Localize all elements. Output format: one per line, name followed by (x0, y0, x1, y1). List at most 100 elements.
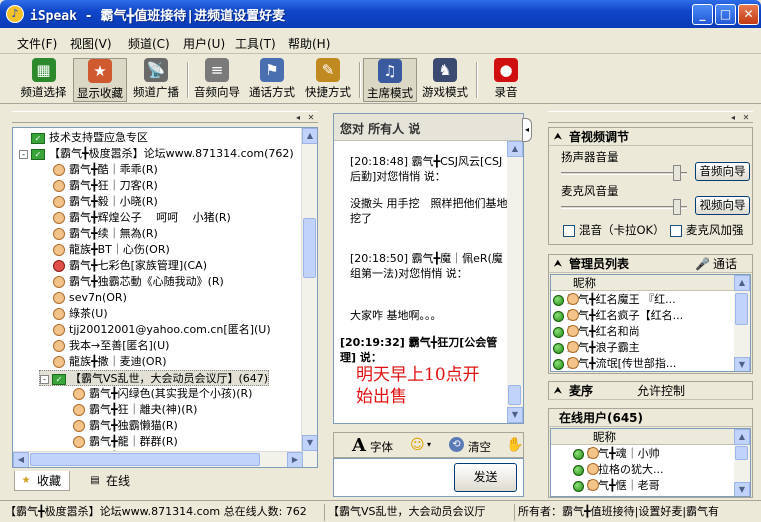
checkbox-box[interactable] (563, 224, 575, 237)
tab-favorites[interactable]: ★ 收藏 (14, 471, 70, 491)
admin-list-row[interactable]: 霸气╋红名魔王 『红... (553, 292, 676, 308)
collapse-icon[interactable]: ⮝ (554, 258, 562, 270)
menu-channel[interactable]: 频道(C) (128, 35, 170, 52)
scroll-thumb[interactable] (30, 453, 260, 466)
chat-scrollbar[interactable]: ▲ ▼ (507, 141, 523, 423)
clear-icon[interactable]: ⟲ (449, 437, 464, 452)
panel-close-icon[interactable]: ✕ (305, 112, 317, 123)
tab-online[interactable]: ▤ 在线 (84, 471, 140, 491)
chat-input[interactable]: 发送 (333, 458, 524, 497)
minimize-button[interactable]: _ (692, 4, 713, 25)
tree-user[interactable]: 霸气╋闪绿色(其实我是个小孩)(R) (73, 386, 252, 402)
toolbar-game-mode-button[interactable]: ♞ 游戏模式 (419, 58, 471, 102)
scroll-up-icon[interactable]: ▲ (734, 275, 750, 291)
tree-user[interactable]: 霸气╋续｜無為(R) (53, 226, 158, 242)
tree-user[interactable]: 霸气╋狂｜刀客(R) (53, 178, 158, 194)
tree-user[interactable]: 霸气╋酷｜乖乖(R) (53, 162, 158, 178)
left-splitter[interactable] (322, 106, 326, 498)
toolbar-chairman-mode-button[interactable]: ♫ 主席模式 (363, 58, 417, 102)
scroll-thumb[interactable] (735, 446, 748, 460)
slider-knob[interactable] (673, 199, 681, 215)
online-users-header[interactable]: 在线用户(645) (549, 409, 752, 427)
online-user-row[interactable]: 霸气╋魂｜小帅 (573, 446, 660, 462)
online-list-scrollbar[interactable]: ▲ ▼ (734, 429, 750, 496)
tree-user[interactable]: tjj20012001@yahoo.com.cn[匿名](U) (53, 322, 271, 338)
mic-order-header[interactable]: ⮝ 麦序 允许控制 (549, 382, 752, 400)
scroll-down-icon[interactable]: ▼ (734, 482, 750, 496)
scroll-thumb[interactable] (303, 218, 316, 278)
online-users-list[interactable]: 昵称 ▲ ▼ 霸气╋魂｜小帅 布拉格の犹大... 霸气╋惬｜老哥 (550, 428, 751, 497)
nickname-column-header[interactable]: 昵称 (573, 275, 596, 291)
clear-button-label[interactable]: 清空 (468, 439, 491, 455)
tree-user[interactable]: 霸气╋独霸懒猫(R) (73, 418, 178, 434)
scroll-left-icon[interactable]: ◀ (13, 452, 29, 467)
panel-close-icon[interactable]: ✕ (740, 112, 752, 123)
tree-user[interactable]: 霸气╋毅｜小晓(R) (53, 194, 158, 210)
slider-knob[interactable] (673, 165, 681, 181)
mic-volume-slider[interactable] (561, 198, 687, 216)
admin-list-row[interactable]: 霸气╋流氓[传世部指... (553, 356, 676, 371)
scroll-up-icon[interactable]: ▲ (302, 128, 317, 144)
tree-user[interactable]: 霸气╋七彩色[家族管理](CA) (53, 258, 207, 274)
audio-wizard-button[interactable]: 音频向导 (695, 162, 750, 181)
tree-channel[interactable]: - ✓ 【霸气╋极度嚣杀】论坛www.871314.com(762) (19, 146, 294, 162)
toolbar-favorites-button[interactable]: ★ 显示收藏 (73, 58, 127, 102)
channel-tree[interactable]: 霸气╋浩扬(R)霸气╋龍｜群群(R)霸气╋独霸懒猫(R)霸气╋狂｜離夬(神)(R… (12, 127, 318, 468)
right-splitter[interactable] (536, 106, 540, 498)
tree-user[interactable]: 霸气╋辉煌公子 呵呵 小猪(R) (53, 210, 231, 226)
wave-hand-icon[interactable]: ✋ (506, 437, 523, 453)
chevron-down-icon[interactable]: ▾ (427, 440, 431, 449)
tree-user[interactable]: 霸气╋龍｜群群(R) (73, 434, 178, 450)
menu-user[interactable]: 用户(U) (183, 35, 225, 52)
admin-list-header[interactable]: ⮝ 管理员列表 🎤 通话 (549, 255, 752, 273)
call-icon[interactable]: 🎤 (695, 255, 710, 273)
tree-user[interactable]: 霸气╋独霸芯動《心随我动》(R) (53, 274, 224, 290)
toolbar-call-mode-button[interactable]: ⚑ 通话方式 (245, 58, 299, 102)
admin-list-row[interactable]: 霸气╋红名和尚 (553, 324, 640, 340)
admin-list-row[interactable]: 霸气╋浪子霸主 (553, 340, 640, 356)
nickname-column-header[interactable]: 昵称 (593, 429, 616, 445)
panel-restore-icon[interactable]: ◂ (292, 112, 304, 123)
toolbar-broadcast-button[interactable]: 📡 频道广播 (129, 58, 183, 102)
menu-file[interactable]: 文件(F) (17, 35, 57, 52)
collapse-chat-icon[interactable]: ◂ (522, 118, 532, 142)
scroll-thumb[interactable] (735, 293, 748, 325)
mix-checkbox[interactable]: 混音（卡拉OK） (563, 223, 665, 237)
collapse-icon[interactable]: ⮝ (554, 131, 562, 143)
mic-boost-checkbox[interactable]: 麦克风加强 (670, 223, 744, 237)
tree-channel[interactable]: ✓ 技术支持暨应急专区 (31, 130, 148, 146)
toolbar-record-button[interactable]: ● 录音 (484, 58, 528, 102)
panel-restore-icon[interactable]: ◂ (727, 112, 739, 123)
collapse-icon[interactable]: - (19, 149, 28, 159)
menu-view[interactable]: 视图(V) (70, 35, 112, 52)
scroll-down-icon[interactable]: ▼ (507, 407, 523, 423)
collapse-icon[interactable]: ⮝ (554, 385, 562, 397)
maximize-button[interactable]: □ (715, 4, 736, 25)
scroll-up-icon[interactable]: ▲ (734, 429, 750, 445)
send-button[interactable]: 发送 (454, 463, 517, 492)
tree-user[interactable]: 龍族╋撒｜麦迪(OR) (53, 354, 167, 370)
tree-user[interactable]: sev7n(OR) (53, 290, 127, 306)
font-icon[interactable]: A (352, 435, 366, 456)
call-label[interactable]: 通话 (713, 255, 737, 273)
audio-video-header[interactable]: ⮝ 音视频调节 (549, 128, 752, 146)
tree-vertical-scrollbar[interactable]: ▲ ▼ (301, 128, 317, 467)
toolbar-channel-select-button[interactable]: ▦ 频道选择 (16, 58, 71, 102)
scroll-up-icon[interactable]: ▲ (507, 141, 523, 157)
scroll-right-icon[interactable]: ▶ (287, 452, 303, 467)
online-user-row[interactable]: 霸气╋惬｜老哥 (573, 478, 660, 494)
collapse-icon[interactable]: - (40, 374, 49, 384)
scroll-down-icon[interactable]: ▼ (734, 357, 750, 371)
scroll-thumb[interactable] (508, 385, 521, 405)
close-button[interactable]: ✕ (738, 4, 759, 25)
smiley-icon[interactable]: ☺ (410, 437, 425, 453)
menu-help[interactable]: 帮助(H) (288, 35, 330, 52)
toolbar-audio-wizard-button[interactable]: ≡ 音频向导 (191, 58, 243, 102)
tree-user[interactable]: 霸气╋狂｜離夬(神)(R) (73, 402, 197, 418)
tree-horizontal-scrollbar[interactable]: ◀ ▶ (13, 451, 303, 467)
tree-user[interactable]: 綠茶(U) (53, 306, 108, 322)
admin-list[interactable]: 昵称 ▲ ▼ 霸气╋红名魔王 『红... 霸气╋红名疯子【红名... 霸气╋红名和尚… (550, 274, 751, 372)
tree-user[interactable]: 龍族╋BT｜心伤(OR) (53, 242, 170, 258)
toolbar-shortcut-button[interactable]: ✎ 快捷方式 (301, 58, 355, 102)
speaker-volume-slider[interactable] (561, 164, 687, 182)
